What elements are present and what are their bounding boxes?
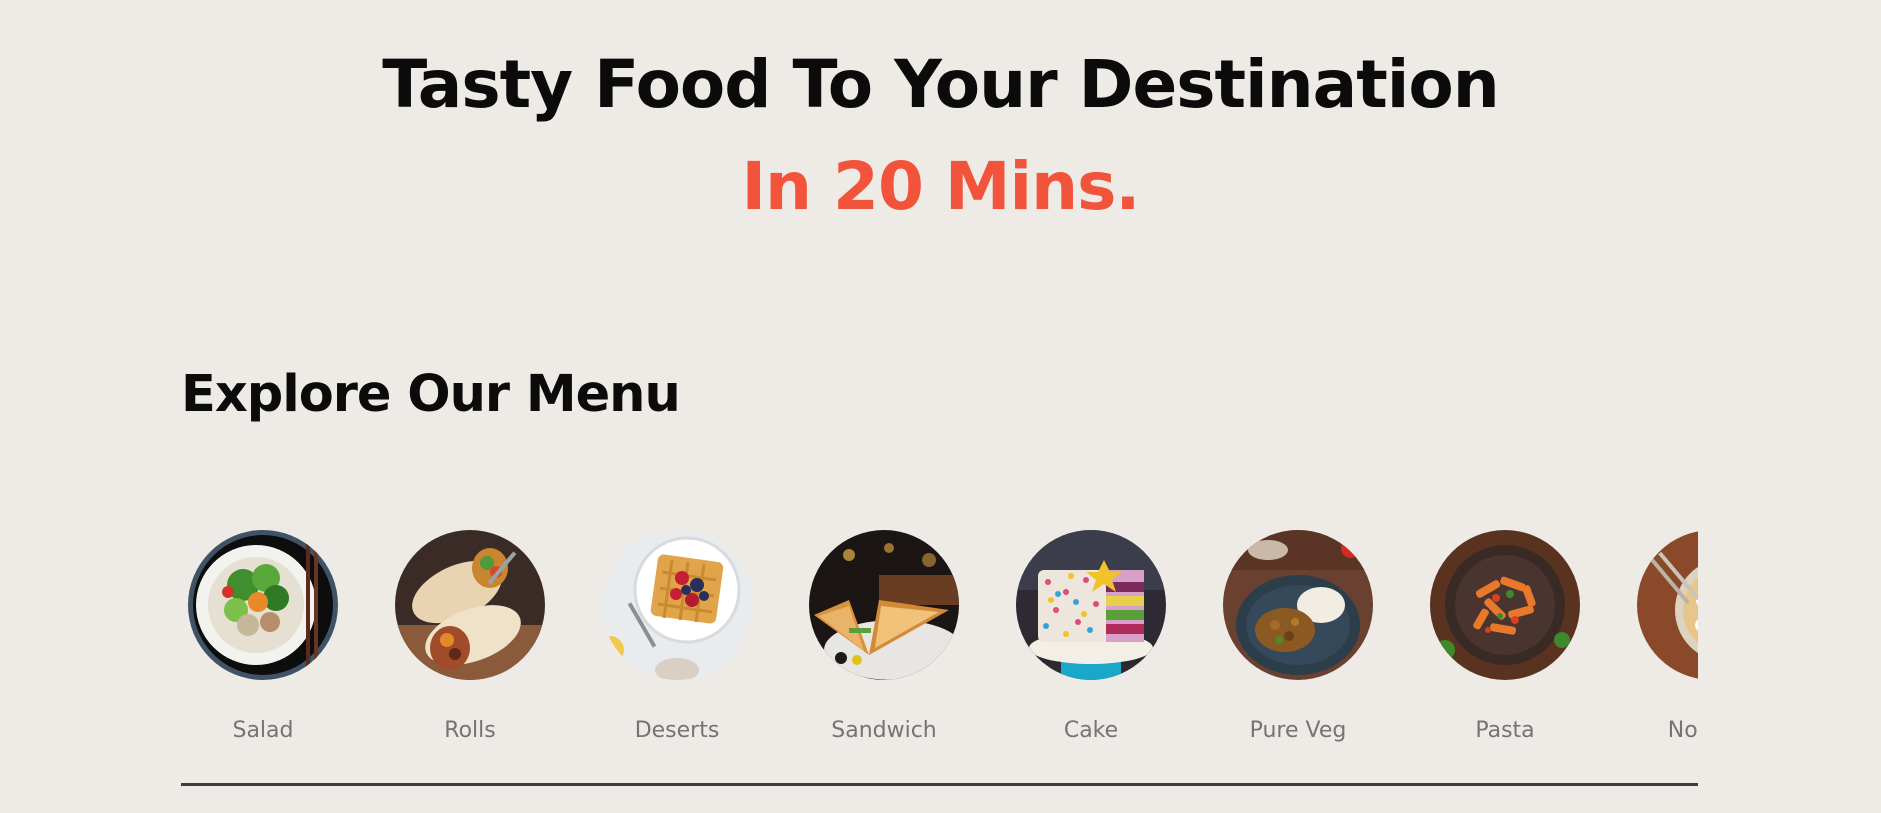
sandwich-icon[interactable] xyxy=(809,530,959,680)
menu-category-carousel[interactable]: Salad Rolls Deserts Sandwich Cake Pure V… xyxy=(181,520,1698,760)
hero-delivery-time: In 20 Mins. xyxy=(741,148,1141,225)
salad-bowl-icon[interactable] xyxy=(188,530,338,680)
waffle-dessert-icon[interactable] xyxy=(602,530,752,680)
menu-item-label: Pure Veg xyxy=(1249,718,1347,743)
menu-item-pure-veg[interactable]: Pure Veg xyxy=(1216,520,1423,760)
menu-item-label: Cake xyxy=(1063,718,1119,743)
menu-item-label: Deserts xyxy=(634,718,720,743)
hero-headline: Tasty Food To Your Destination xyxy=(382,46,1499,123)
layer-cake-icon[interactable] xyxy=(1016,530,1166,680)
explore-menu-title: Explore Our Menu xyxy=(181,365,681,424)
veg-curry-plate-icon[interactable] xyxy=(1223,530,1373,680)
menu-item-label: Noodles xyxy=(1667,718,1698,743)
rolls-wrap-icon[interactable] xyxy=(395,530,545,680)
menu-item-label: Rolls xyxy=(444,718,496,743)
noodle-bowl-icon[interactable] xyxy=(1637,530,1698,680)
menu-item-label: Pasta xyxy=(1475,718,1535,743)
menu-item-sandwich[interactable]: Sandwich xyxy=(802,520,1009,760)
menu-item-label: Salad xyxy=(232,718,294,743)
menu-item-noodles[interactable]: Noodles xyxy=(1630,520,1698,760)
menu-item-cake[interactable]: Cake xyxy=(1009,520,1216,760)
menu-item-salad[interactable]: Salad xyxy=(181,520,388,760)
menu-item-rolls[interactable]: Rolls xyxy=(388,520,595,760)
menu-item-label: Sandwich xyxy=(831,718,937,743)
pasta-bowl-icon[interactable] xyxy=(1430,530,1580,680)
menu-item-deserts[interactable]: Deserts xyxy=(595,520,802,760)
section-divider xyxy=(181,783,1698,786)
menu-item-pasta[interactable]: Pasta xyxy=(1423,520,1630,760)
